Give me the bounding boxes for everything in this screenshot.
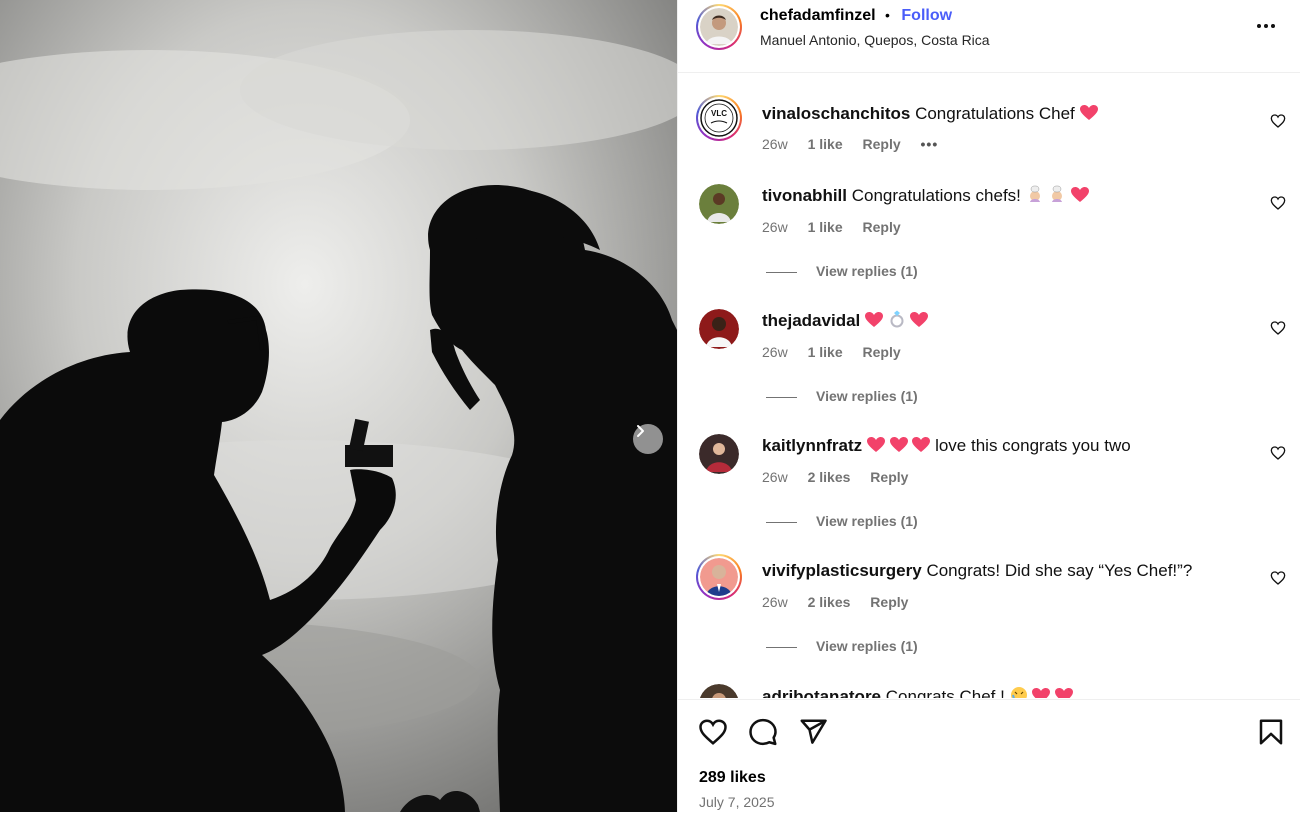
commenter-avatar[interactable] — [699, 684, 739, 698]
next-photo-button[interactable] — [633, 424, 663, 454]
red-heart-emoji-icon — [910, 312, 929, 327]
red-heart-emoji-icon — [1071, 187, 1090, 202]
likes-count[interactable]: 289 likes — [699, 769, 766, 787]
comment-age: 26w — [762, 219, 788, 235]
replies-divider-line — [766, 396, 797, 398]
comment-icon[interactable] — [748, 717, 778, 747]
crying-face-emoji-icon — [1010, 687, 1027, 698]
comment-username[interactable]: adribotanatore — [762, 687, 881, 698]
save-icon[interactable] — [1256, 717, 1286, 747]
comment-likes[interactable]: 1 like — [808, 219, 843, 235]
ring-emoji-icon — [890, 310, 904, 328]
separator-dot: • — [885, 7, 890, 23]
comment-username[interactable]: tivonabhill — [762, 186, 847, 205]
view-replies-button[interactable]: View replies (1) — [766, 638, 918, 654]
commenter-avatar-image — [700, 558, 738, 596]
reply-button[interactable]: Reply — [870, 594, 908, 610]
heart-icon[interactable] — [1270, 113, 1286, 129]
red-heart-emoji-icon — [1055, 688, 1074, 698]
red-heart-emoji-icon — [912, 437, 931, 452]
comment-username[interactable]: vivifyplasticsurgery — [762, 561, 922, 580]
red-heart-emoji-icon — [889, 437, 908, 452]
view-replies-label: View replies (1) — [816, 638, 918, 654]
comment-username[interactable]: kaitlynnfratz — [762, 436, 862, 455]
view-replies-label: View replies (1) — [816, 388, 918, 404]
comment-likes[interactable]: 1 like — [808, 344, 843, 360]
red-heart-emoji-icon — [1032, 688, 1051, 698]
replies-divider-line — [766, 521, 797, 523]
post-date: July 7, 2025 — [699, 794, 775, 810]
red-heart-emoji-icon — [1079, 105, 1098, 120]
view-replies-button[interactable]: View replies (1) — [766, 263, 918, 279]
red-heart-emoji-icon — [866, 437, 885, 452]
comment-text: Congratulations chefs! — [851, 186, 1021, 205]
commenter-avatar[interactable]: VLC — [696, 95, 742, 141]
like-icon[interactable] — [698, 717, 728, 747]
follow-button[interactable]: Follow — [901, 7, 952, 24]
comment-text: Congratulations Chef — [915, 104, 1075, 123]
comment-username[interactable]: thejadavidal — [762, 311, 860, 330]
post-location[interactable]: Manuel Antonio, Quepos, Costa Rica — [760, 32, 990, 48]
replies-divider-line — [766, 271, 797, 273]
author-username[interactable]: chefadamfinzel — [760, 7, 876, 24]
comment-age: 26w — [762, 344, 788, 360]
view-replies-label: View replies (1) — [816, 263, 918, 279]
author-avatar-image — [700, 8, 738, 46]
post-actions-bar: 289 likes July 7, 2025 — [678, 699, 1300, 813]
heart-icon[interactable] — [1270, 445, 1286, 461]
commenter-avatar[interactable] — [699, 434, 739, 474]
commenter-avatar[interactable] — [699, 184, 739, 224]
comment-text: Congrats Chef ! — [885, 687, 1005, 698]
post-side-panel: chefadamfinzel • Follow Manuel Antonio, … — [677, 0, 1300, 813]
red-heart-emoji-icon — [865, 312, 883, 327]
replies-divider-line — [766, 646, 797, 648]
comment-text: love this congrats you two — [935, 436, 1131, 455]
comment-options-button[interactable]: ••• — [921, 136, 939, 152]
more-horizontal-icon[interactable] — [1254, 14, 1278, 38]
view-replies-button[interactable]: View replies (1) — [766, 388, 918, 404]
heart-icon[interactable] — [1270, 320, 1286, 336]
comment-age: 26w — [762, 136, 788, 152]
vlc-logo-avatar: VLC — [700, 99, 738, 137]
view-replies-button[interactable]: View replies (1) — [766, 513, 918, 529]
reply-button[interactable]: Reply — [863, 344, 901, 360]
next-photo-icon — [637, 425, 644, 437]
reply-button[interactable]: Reply — [870, 469, 908, 485]
reply-button[interactable]: Reply — [863, 136, 901, 152]
heart-icon[interactable] — [1270, 570, 1286, 586]
comment-likes[interactable]: 2 likes — [808, 469, 851, 485]
chef-emoji-icon — [1052, 185, 1063, 202]
chef-emoji-icon — [1029, 185, 1040, 202]
commenter-avatar[interactable] — [696, 554, 742, 600]
vlc-logo-text: VLC — [711, 109, 727, 118]
comment-age: 26w — [762, 469, 788, 485]
comment-age: 26w — [762, 594, 788, 610]
post-photo — [0, 0, 677, 812]
heart-icon[interactable] — [1270, 195, 1286, 211]
post-header: chefadamfinzel • Follow Manuel Antonio, … — [678, 0, 1300, 73]
commenter-avatar[interactable] — [699, 309, 739, 349]
proposal-silhouette-image — [0, 0, 677, 812]
comment-text: Congrats! Did she say “Yes Chef!”? — [926, 561, 1193, 580]
comment-likes[interactable]: 2 likes — [808, 594, 851, 610]
comment-likes[interactable]: 1 like — [808, 136, 843, 152]
comments-list[interactable]: VLC vinaloschanchitos Congratulations Ch… — [678, 73, 1300, 698]
share-icon[interactable] — [798, 717, 828, 747]
reply-button[interactable]: Reply — [863, 219, 901, 235]
view-replies-label: View replies (1) — [816, 513, 918, 529]
author-avatar[interactable] — [696, 4, 742, 50]
comment-username[interactable]: vinaloschanchitos — [762, 104, 910, 123]
